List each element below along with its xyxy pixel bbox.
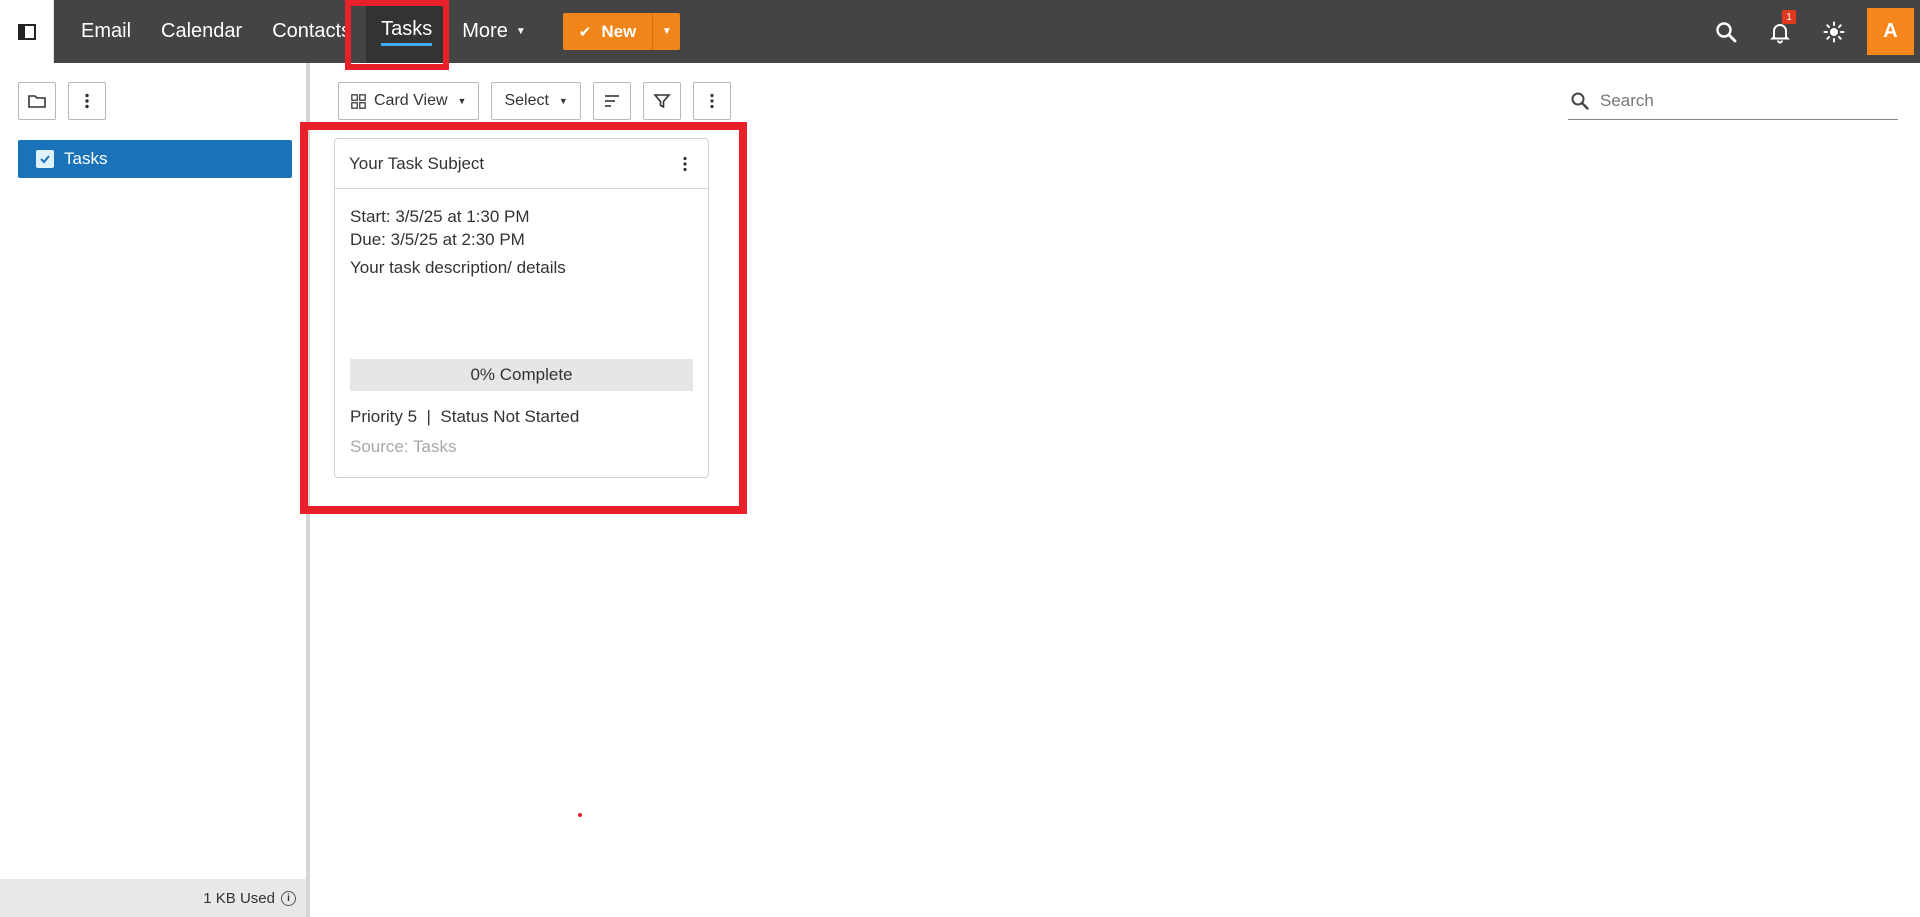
new-dropdown-button[interactable]: ▼ <box>652 13 680 50</box>
task-source: Source: Tasks <box>350 437 457 456</box>
view-selector-button[interactable]: Card View ▼ <box>338 82 480 120</box>
task-meta: Priority 5 | Status Not Started <box>350 407 580 426</box>
task-start: Start: 3/5/25 at 1:30 PM <box>350 207 530 226</box>
sidebar-toggle-icon <box>17 23 36 40</box>
nav-tasks[interactable]: Tasks <box>366 0 448 63</box>
caret-down-icon: ▼ <box>457 96 467 106</box>
checkbox-checked-icon[interactable] <box>36 150 54 168</box>
new-button[interactable]: ✔ New <box>563 13 653 50</box>
search-icon <box>1716 21 1737 42</box>
sidebar-item-tasks[interactable]: Tasks <box>18 140 292 178</box>
cursor-dot <box>578 813 582 817</box>
grid-icon <box>351 93 366 109</box>
nav-calendar-label: Calendar <box>161 20 243 42</box>
search-box <box>1568 82 1898 120</box>
task-card-header: Your Task Subject <box>335 139 708 189</box>
nav-contacts[interactable]: Contacts <box>257 0 366 63</box>
task-progress-bar: 0% Complete <box>350 359 693 391</box>
task-due: Due: 3/5/25 at 2:30 PM <box>350 230 525 249</box>
avatar[interactable]: A <box>1867 8 1914 55</box>
filter-button[interactable] <box>642 82 681 120</box>
theme-toggle-button[interactable] <box>1807 0 1861 63</box>
task-subject: Your Task Subject <box>349 153 485 173</box>
sidebar: Tasks 1 KB Used i <box>0 63 310 917</box>
nav-contacts-label: Contacts <box>272 20 352 42</box>
new-button-label: New <box>601 21 637 41</box>
task-progress-text: 0% Complete <box>470 365 573 384</box>
nav-email[interactable]: Email <box>66 0 146 63</box>
view-selector-label: Card View <box>374 92 448 109</box>
caret-down-icon: ▼ <box>558 96 568 106</box>
sidebar-more-button[interactable] <box>68 82 106 120</box>
nav-more[interactable]: More ▼ <box>447 0 540 63</box>
search-input[interactable] <box>1600 90 1880 111</box>
sidebar-toggle-button[interactable] <box>0 0 54 63</box>
more-vertical-icon[interactable] <box>676 155 694 173</box>
folder-icon <box>28 95 46 108</box>
nav-calendar[interactable]: Calendar <box>146 0 257 63</box>
sort-button[interactable] <box>592 82 631 120</box>
main-nav: Email Calendar Contacts Tasks More ▼ ✔ N… <box>66 0 681 63</box>
task-description: Your task description/ details <box>350 258 566 277</box>
sidebar-toolbar <box>18 82 106 120</box>
select-button[interactable]: Select ▼ <box>491 82 581 120</box>
task-card[interactable]: Your Task Subject Start: 3/5/25 at 1:30 … <box>334 138 709 478</box>
search-button[interactable] <box>1699 0 1753 63</box>
toolbar-more-button[interactable] <box>692 82 731 120</box>
nav-email-label: Email <box>81 20 132 42</box>
search-icon <box>1571 92 1589 110</box>
storage-usage: 1 KB Used i <box>0 879 306 917</box>
notifications-button[interactable]: 1 <box>1753 0 1807 63</box>
sun-icon <box>1823 21 1845 42</box>
more-vertical-icon <box>85 93 89 109</box>
main-toolbar: Card View ▼ Select ▼ <box>338 82 731 120</box>
folder-button[interactable] <box>18 82 56 120</box>
notification-badge: 1 <box>1782 10 1796 24</box>
info-icon[interactable]: i <box>281 890 296 906</box>
storage-text: 1 KB Used <box>203 889 275 907</box>
nav-tasks-label: Tasks <box>381 18 433 46</box>
caret-down-icon: ▼ <box>515 26 526 37</box>
sidebar-item-label: Tasks <box>64 149 108 168</box>
select-label: Select <box>504 92 549 109</box>
more-vertical-icon <box>710 93 714 109</box>
caret-down-icon: ▼ <box>661 26 672 37</box>
sort-icon <box>604 95 619 107</box>
topbar-actions: 1 A <box>1699 0 1920 63</box>
top-bar: Email Calendar Contacts Tasks More ▼ ✔ N… <box>0 0 1920 63</box>
check-icon: ✔ <box>578 23 592 41</box>
filter-icon <box>653 94 671 109</box>
new-button-group: ✔ New ▼ <box>562 13 681 50</box>
nav-more-label: More <box>462 20 508 42</box>
task-card-body: Start: 3/5/25 at 1:30 PM Due: 3/5/25 at … <box>335 189 708 295</box>
